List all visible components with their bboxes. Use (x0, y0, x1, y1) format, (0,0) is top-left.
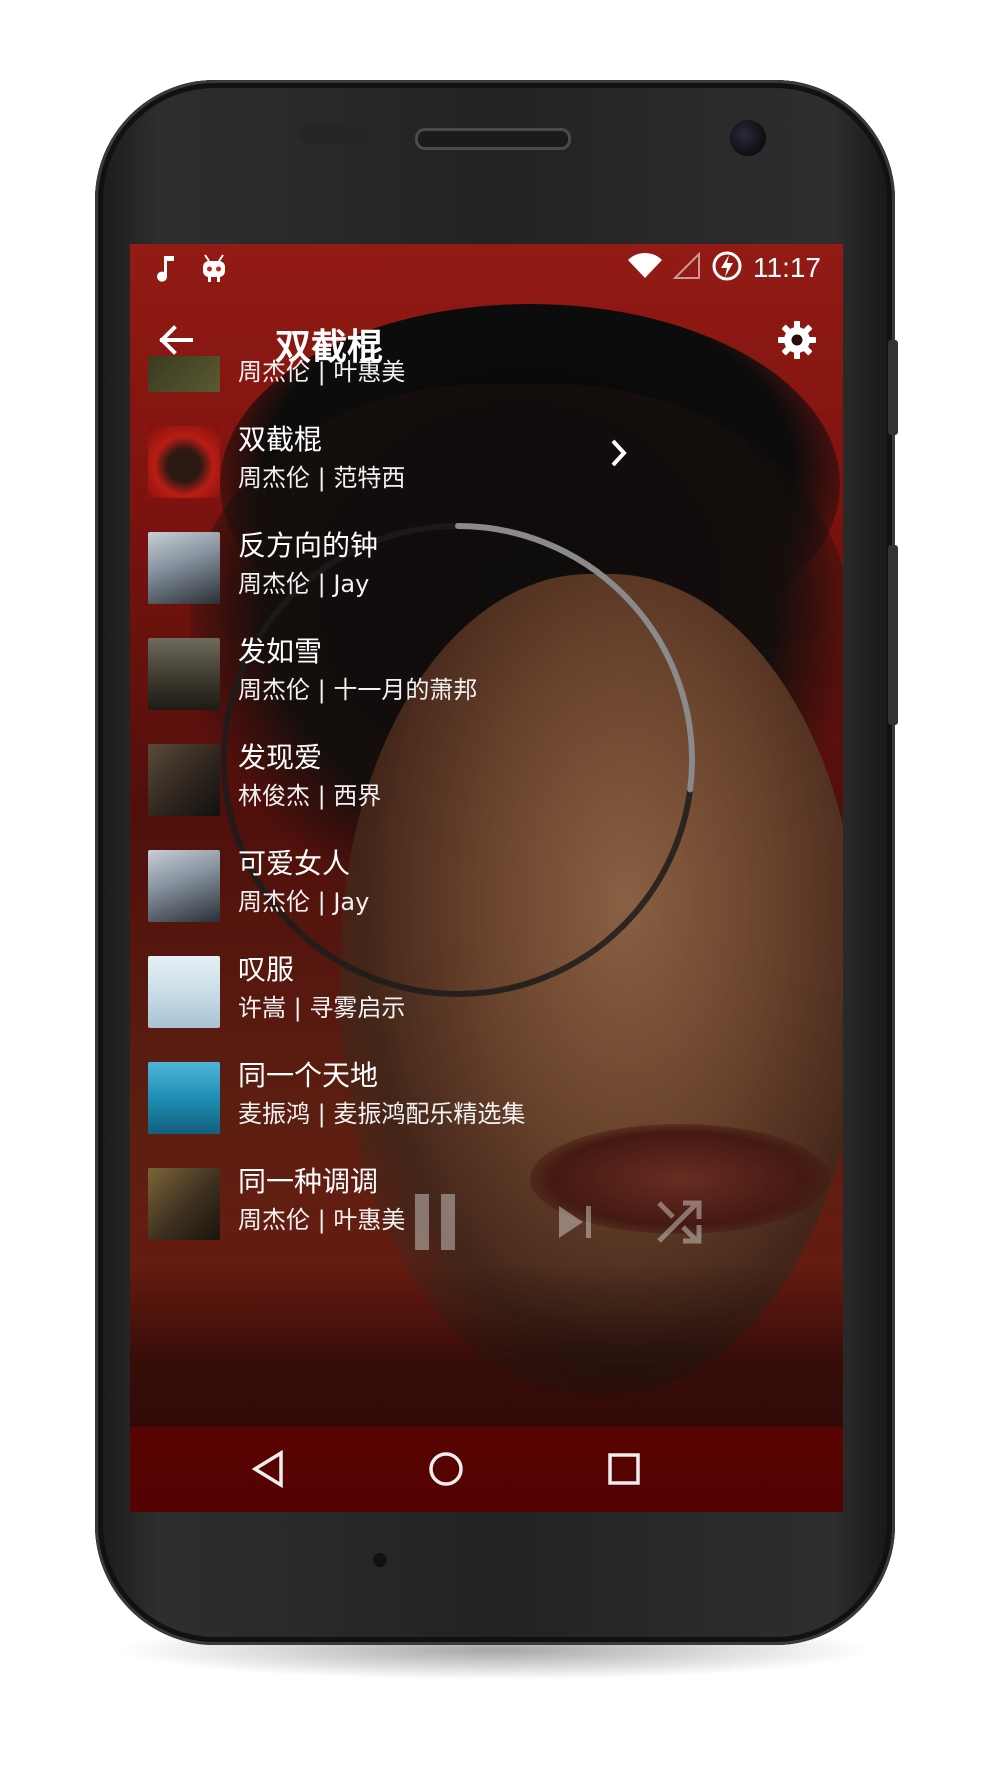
status-time: 11:17 (753, 252, 821, 283)
song-title: 双截棍 (238, 423, 323, 456)
song-title: 可爱女人 (238, 847, 351, 880)
list-item[interactable]: 发如雪 周杰伦 | 十一月的萧邦 (130, 622, 843, 728)
song-subtitle: 周杰伦 | 叶惠美 (238, 358, 406, 386)
album-thumbnail (148, 426, 220, 498)
song-title: 发现爱 (238, 741, 323, 774)
nav-home-button[interactable] (418, 1443, 474, 1499)
song-subtitle: 周杰伦 | 范特西 (238, 464, 406, 492)
arrow-left-icon (158, 325, 194, 359)
recents-square-icon (607, 1452, 641, 1490)
list-item[interactable]: 同一个天地 麦振鸿 | 麦振鸿配乐精选集 (130, 1046, 843, 1152)
list-item[interactable]: 双截棍 周杰伦 | 范特西 (130, 410, 843, 516)
album-thumbnail (148, 532, 220, 604)
song-subtitle: 林俊杰 | 西界 (238, 782, 382, 810)
earpiece-speaker (415, 128, 571, 150)
song-subtitle: 周杰伦 | 十一月的萧邦 (238, 676, 478, 704)
skip-next-icon (555, 1202, 595, 1246)
list-item[interactable]: 周杰伦 | 叶惠美 (130, 356, 843, 410)
chevron-right-icon[interactable] (610, 438, 628, 472)
pause-button[interactable] (400, 1189, 470, 1259)
song-subtitle: 麦振鸿 | 麦振鸿配乐精选集 (238, 1100, 526, 1128)
album-thumbnail (148, 744, 220, 816)
music-note-icon (156, 254, 178, 288)
list-item[interactable]: 可爱女人 周杰伦 | Jay (130, 834, 843, 940)
home-circle-icon (427, 1450, 465, 1492)
song-subtitle: 许嵩 | 寻雾启示 (238, 994, 406, 1022)
battery-charging-icon (711, 250, 743, 286)
song-title: 同一个天地 (238, 1059, 379, 1092)
wifi-icon (627, 252, 663, 284)
shuffle-icon (655, 1197, 705, 1251)
song-subtitle: 周杰伦 | Jay (238, 888, 370, 916)
list-item[interactable]: 叹服 许嵩 | 寻雾启示 (130, 940, 843, 1046)
nav-recents-button[interactable] (596, 1443, 652, 1499)
song-title: 反方向的钟 (238, 529, 379, 562)
volume-button (888, 545, 898, 725)
system-nav-bar (130, 1427, 843, 1512)
album-thumbnail (148, 850, 220, 922)
front-camera (730, 120, 766, 156)
pause-icon (411, 1192, 459, 1256)
skip-next-button[interactable] (540, 1189, 610, 1259)
album-thumbnail (148, 956, 220, 1028)
microphone (373, 1553, 387, 1567)
shuffle-button[interactable] (645, 1189, 715, 1259)
list-item[interactable]: 发现爱 林俊杰 | 西界 (130, 728, 843, 834)
list-item[interactable]: 反方向的钟 周杰伦 | Jay (130, 516, 843, 622)
power-button (888, 340, 898, 435)
song-title: 叹服 (238, 953, 295, 986)
back-triangle-icon (251, 1449, 285, 1492)
album-thumbnail (148, 1062, 220, 1134)
song-subtitle: 周杰伦 | Jay (238, 570, 370, 598)
playback-controls (130, 1189, 843, 1269)
signal-icon (672, 251, 701, 284)
cyanogen-icon (200, 254, 228, 288)
nav-back-button[interactable] (240, 1443, 296, 1499)
song-title: 发如雪 (238, 635, 323, 668)
proximity-sensor (300, 126, 370, 144)
album-thumbnail (148, 356, 220, 392)
album-thumbnail (148, 638, 220, 710)
screen: 11:17 双截棍 周杰伦 | 叶惠美 双截棍 周杰伦 | 范特西 反方向的钟 … (130, 244, 843, 1512)
status-bar: 11:17 (130, 244, 843, 296)
